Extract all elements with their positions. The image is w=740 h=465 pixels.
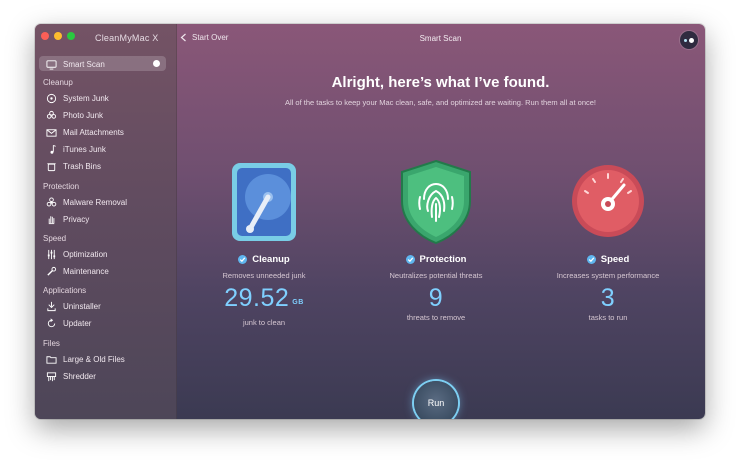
- sidebar-item-label: Shredder: [63, 371, 96, 381]
- cleanup-caption: junk to clean: [242, 318, 286, 327]
- sidebar-item-label: Photo Junk: [63, 110, 104, 120]
- cleanup-title: Cleanup: [194, 254, 334, 265]
- speed-value: 3: [538, 285, 678, 311]
- sidebar-item-malware-removal[interactable]: Malware Removal: [45, 195, 127, 209]
- protection-card: Protection Neutralizes potential threats…: [366, 159, 506, 322]
- speed-title: Speed: [538, 254, 678, 265]
- sidebar-item-label: System Junk: [63, 93, 109, 103]
- sidebar: CleanMyMac X Smart Scan Cleanup System J…: [35, 24, 177, 419]
- speed-card: Speed Increases system performance 3 tas…: [538, 159, 678, 322]
- sidebar-item-updater[interactable]: Updater: [45, 316, 91, 330]
- sidebar-item-label: Mail Attachments: [63, 127, 124, 137]
- assistant-dot-icon: [689, 38, 694, 43]
- speed-description: Increases system performance: [556, 271, 660, 280]
- biohazard-icon: [45, 196, 57, 208]
- trash-icon: [45, 160, 57, 172]
- flower-icon: [45, 109, 57, 121]
- sidebar-item-label: Smart Scan: [63, 59, 105, 69]
- assistant-button[interactable]: [680, 31, 698, 49]
- sidebar-item-label: Updater: [63, 318, 92, 328]
- assistant-dot-icon: [684, 39, 687, 42]
- app-window: CleanMyMac X Smart Scan Cleanup System J…: [35, 24, 705, 419]
- sidebar-item-label: Uninstaller: [63, 301, 101, 311]
- zoom-window-button[interactable]: [67, 32, 75, 40]
- speed-title-text: Speed: [600, 254, 630, 265]
- cleanup-value: 29.52 GB: [194, 285, 334, 316]
- section-title-cleanup: Cleanup: [43, 78, 73, 87]
- headline: Alright, here’s what I’ve found.: [331, 74, 550, 91]
- protection-title: Protection: [366, 254, 506, 265]
- section-title-protection: Protection: [43, 182, 80, 191]
- disk-icon: [45, 92, 57, 104]
- active-indicator-dot: [153, 60, 160, 67]
- hard-drive-icon: [222, 159, 306, 245]
- sidebar-item-optimization[interactable]: Optimization: [45, 247, 107, 261]
- run-button[interactable]: Run: [414, 381, 458, 419]
- section-title-speed: Speed: [43, 234, 67, 243]
- sidebar-item-itunes-junk[interactable]: iTunes Junk: [45, 142, 106, 156]
- sidebar-item-mail-attachments[interactable]: Mail Attachments: [45, 125, 124, 139]
- sidebar-item-label: Malware Removal: [63, 197, 128, 207]
- window-title: Smart Scan: [419, 34, 462, 43]
- protection-caption: threats to remove: [406, 313, 466, 322]
- section-title-applications: Applications: [43, 286, 87, 295]
- music-note-icon: [45, 143, 57, 155]
- protection-value-number: 9: [428, 284, 444, 312]
- run-label: Run: [427, 398, 445, 408]
- sidebar-item-shredder[interactable]: Shredder: [45, 369, 96, 383]
- window-controls: [41, 32, 75, 40]
- speedometer-icon: [566, 159, 650, 245]
- cleanup-description: Removes unneeded junk: [222, 271, 306, 280]
- subheadline: All of the tasks to keep your Mac clean,…: [285, 98, 596, 107]
- cleanup-value-number: 29.52: [224, 284, 290, 312]
- sidebar-item-uninstaller[interactable]: Uninstaller: [45, 299, 101, 313]
- sidebar-item-privacy[interactable]: Privacy: [45, 212, 89, 226]
- sidebar-item-photo-junk[interactable]: Photo Junk: [45, 108, 103, 122]
- speed-value-number: 3: [600, 284, 616, 312]
- fingerprint-shield-icon: [394, 159, 478, 245]
- check-icon: [405, 255, 415, 264]
- sidebar-item-label: Maintenance: [63, 266, 109, 276]
- sidebar-item-label: iTunes Junk: [63, 144, 106, 154]
- sidebar-item-label: Trash Bins: [63, 161, 101, 171]
- shredder-icon: [45, 370, 57, 382]
- sliders-icon: [45, 248, 57, 260]
- monitor-icon: [45, 58, 57, 70]
- minimize-window-button[interactable]: [54, 32, 62, 40]
- sidebar-item-label: Optimization: [63, 249, 108, 259]
- hand-icon: [45, 213, 57, 225]
- sidebar-item-smart-scan-row[interactable]: Smart Scan: [45, 57, 105, 71]
- cleanup-value-unit: GB: [292, 299, 304, 306]
- check-icon: [586, 255, 596, 264]
- protection-title-text: Protection: [419, 254, 467, 265]
- cleanup-title-text: Cleanup: [252, 254, 290, 265]
- check-icon: [238, 255, 248, 264]
- protection-description: Neutralizes potential threats: [389, 271, 483, 280]
- speed-caption: tasks to run: [588, 313, 628, 322]
- cleanup-card: Cleanup Removes unneeded junk 29.52 GB ju…: [194, 159, 334, 327]
- uninstaller-icon: [45, 300, 57, 312]
- folder-icon: [45, 353, 57, 365]
- updater-icon: [45, 317, 57, 329]
- sidebar-item-system-junk[interactable]: System Junk: [45, 91, 109, 105]
- mail-icon: [45, 126, 57, 138]
- sidebar-item-label: Privacy: [63, 214, 90, 224]
- sidebar-item-trash-bins[interactable]: Trash Bins: [45, 159, 101, 173]
- toolbar: Start Over Smart Scan: [176, 24, 705, 54]
- sidebar-item-maintenance[interactable]: Maintenance: [45, 264, 109, 278]
- app-title: CleanMyMac X: [95, 33, 159, 43]
- section-title-files: Files: [43, 339, 60, 348]
- sidebar-item-label: Large & Old Files: [63, 354, 125, 364]
- close-window-button[interactable]: [41, 32, 49, 40]
- wrench-icon: [45, 265, 57, 277]
- protection-value: 9: [366, 285, 506, 311]
- sidebar-item-large-old-files[interactable]: Large & Old Files: [45, 352, 125, 366]
